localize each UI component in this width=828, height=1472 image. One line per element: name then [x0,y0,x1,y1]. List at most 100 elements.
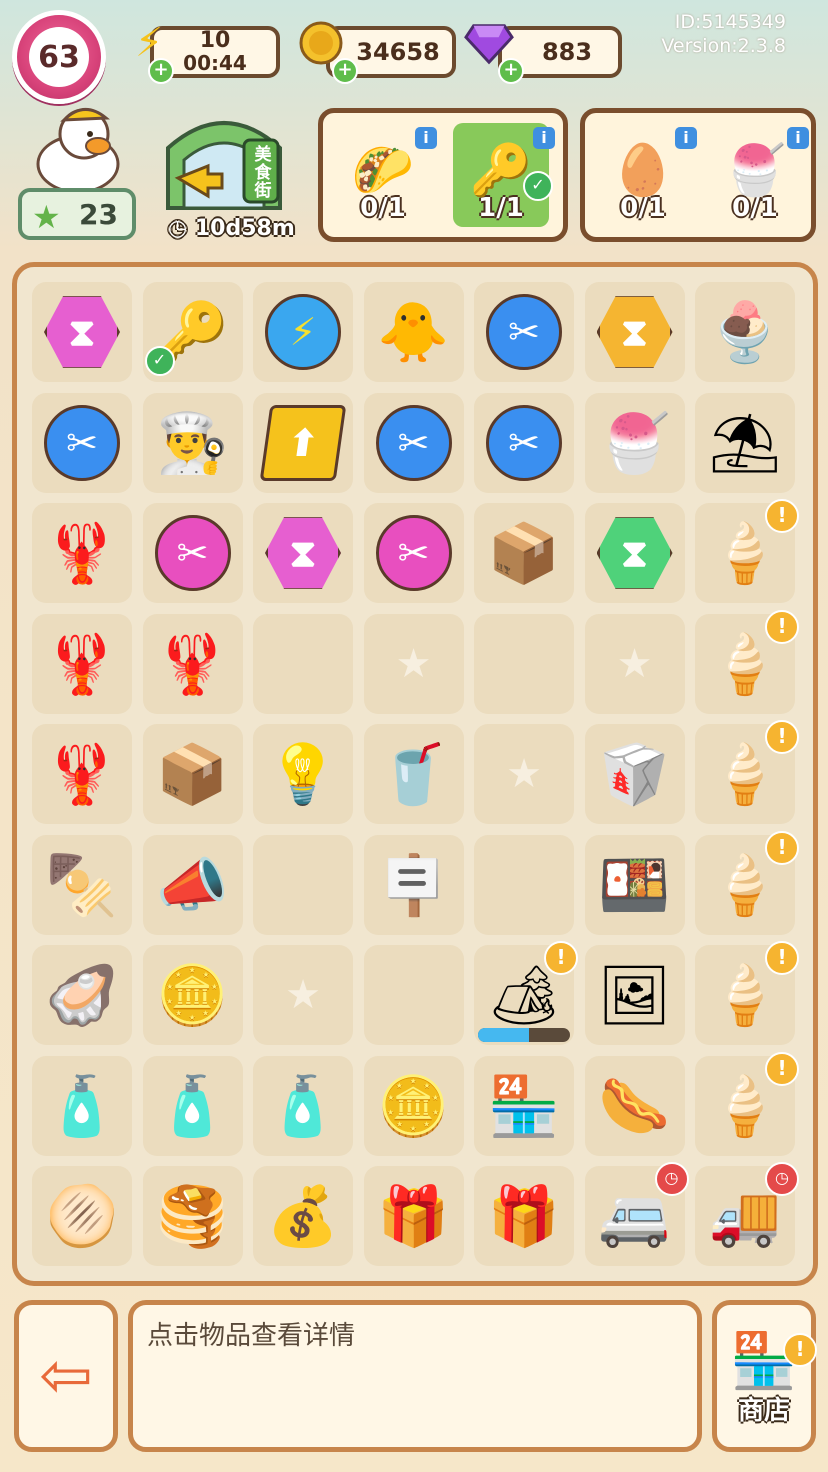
board-cell[interactable]: 🚚 ◷ [695,1162,799,1266]
board-cell[interactable]: 👨‍🍳 [142,392,243,493]
cardboard-box-icon: 📦 [487,519,561,587]
board-cell[interactable]: 🎁 [363,1166,464,1266]
board-cell[interactable]: 🖼 [584,945,685,1045]
food-street-event-button[interactable]: 美食街 [158,108,290,218]
green-hourglass-hex-icon: ⧗ [596,515,673,591]
board-cell[interactable]: 🧴 [142,1055,243,1156]
board-cell[interactable]: ✂ [32,392,132,493]
board-cell[interactable]: 🍨 [695,282,795,382]
board-cell[interactable]: 🍦! [695,609,799,714]
board-cell[interactable] [363,945,464,1045]
item-detail-panel: 点击物品查看详情 [128,1300,702,1452]
board-cell[interactable]: 🪧 [363,834,464,935]
order-slot-keychain[interactable]: 🔑 i ✓ 1/1 [453,123,555,227]
board-cell[interactable]: 🍦! [695,720,799,824]
board-cell[interactable]: 🦪 [32,945,132,1045]
board-cell[interactable]: 🦞 [32,724,132,824]
add-gems-button[interactable]: + [498,58,524,84]
event-timer: ◷ 10d58m [168,216,295,241]
board-cell[interactable]: ✂ [142,503,243,603]
board-cell[interactable]: 🚐 ◷ [584,1162,689,1266]
board-cell[interactable]: 🌭 [584,1055,685,1156]
player-level-badge[interactable]: 63 [12,10,106,104]
string-lights-icon: 💡 [266,740,340,808]
board-cell[interactable]: 🪙 [142,945,243,1045]
gas-canister-icon: 🧴 [156,1071,229,1140]
exit-button[interactable]: ⇦ [14,1300,118,1452]
board-cell[interactable]: 📦 [474,503,574,603]
alert-icon: ! [765,499,799,533]
board-cell[interactable]: 🥤 [363,724,464,824]
board-cell[interactable]: 🍧 [584,392,685,493]
board-cell[interactable]: ✂ [363,392,464,493]
board-cell[interactable]: 🔑 ✓ [142,282,243,382]
board-cell[interactable]: 🍦! [695,941,799,1045]
board-cell[interactable]: 🥞 [142,1166,243,1266]
board-cell[interactable]: ✂ [474,392,574,493]
blue-scissors-orb-icon: ✂ [44,404,120,481]
board-cell[interactable]: 🥡 [584,724,685,824]
pink-hourglass-hex-icon: ⧗ [265,515,341,591]
version-label: Version:2.3.8 [661,35,786,57]
board-cell[interactable]: 🍦! [695,830,799,935]
board-cell[interactable]: 🐥 [363,282,464,382]
board-cell[interactable]: 🏪 [474,1055,574,1156]
board-cell[interactable]: ⛱ [695,392,795,493]
info-icon[interactable]: i [415,127,437,149]
board-cell[interactable]: 🧴 [32,1055,132,1156]
info-icon[interactable]: i [787,127,809,149]
order-slot-sundae-drink[interactable]: 🍧 i 0/1 [707,123,809,227]
board-cell[interactable] [474,613,574,714]
shop-button[interactable]: 🏪 ! 商店 [712,1300,817,1452]
board-cell[interactable]: 💰 [253,1166,353,1266]
player-id-version: ID:5145349 Version:2.3.8 [661,10,786,58]
board-cell[interactable]: ✂ [363,503,464,603]
rainbow-drink-icon: 🥤 [377,740,450,808]
board-cell[interactable] [474,834,574,935]
star-icon: ★ [32,198,61,236]
order-panel-2[interactable]: 🥚 i 0/1 🍧 i 0/1 [580,108,816,242]
eggs-icon: 🥚 [611,141,675,199]
orange-hourglass-hex-icon: ⧗ [596,294,673,370]
player-id: ID:5145349 [674,11,786,33]
board-cell[interactable]: 🍱 [584,834,685,935]
add-energy-button[interactable]: + [148,58,174,84]
duck-avatar[interactable] [28,100,128,196]
timer-icon: ◷ [765,1162,799,1196]
board-cell[interactable]: 🪙 [363,1055,464,1156]
board-cell[interactable] [253,834,353,935]
add-coins-button[interactable]: + [332,58,358,84]
crayfish-plate-icon: 🦞 [156,629,229,698]
board-cell[interactable]: 🦞 [32,503,132,603]
board-cell[interactable]: 🧴 [253,1055,353,1156]
board-cell[interactable] [253,613,353,714]
order-panel-1[interactable]: 🌮 i 0/1 🔑 i ✓ 1/1 [318,108,568,242]
board-cell[interactable]: 🎁 [474,1166,574,1266]
check-icon: ✓ [523,171,553,201]
board-cell[interactable]: ⧗ [253,503,353,603]
order-slot-taco[interactable]: 🌮 i 0/1 [335,123,437,227]
board-cell[interactable]: 🍦! [695,1051,799,1156]
board-cell[interactable]: 🦞 [142,613,243,714]
ice-cream-cart-alert-icon: 🍦 [708,961,782,1029]
board-cell[interactable]: ✂ [474,282,574,382]
energy-timer: 00:44 [183,51,247,75]
info-icon[interactable]: i [533,127,555,149]
board-cell[interactable]: ⚡ [253,282,353,382]
board-cell[interactable]: ⬆ [253,392,353,493]
board-cell[interactable]: 🦞 [32,613,132,714]
coin-pair-icon: 🪙 [377,1071,450,1140]
star-counter[interactable]: ★ 23 [18,188,136,240]
board-cell[interactable]: 📦 [142,724,243,824]
board-cell[interactable]: 📣 [142,834,243,935]
board-cell[interactable]: ⧗ [32,282,132,382]
board-cell[interactable]: 🍦! [695,499,799,603]
stall-progress-bar [478,1028,570,1042]
info-icon[interactable]: i [675,127,697,149]
order-slot-eggs[interactable]: 🥚 i 0/1 [595,123,697,227]
board-cell[interactable]: 🍢 [32,834,132,935]
board-cell[interactable]: ⧗ [584,282,685,382]
board-cell[interactable]: 💡 [253,724,353,824]
board-cell[interactable]: ⧗ [584,503,685,603]
board-cell[interactable]: 🫓 [32,1166,132,1266]
